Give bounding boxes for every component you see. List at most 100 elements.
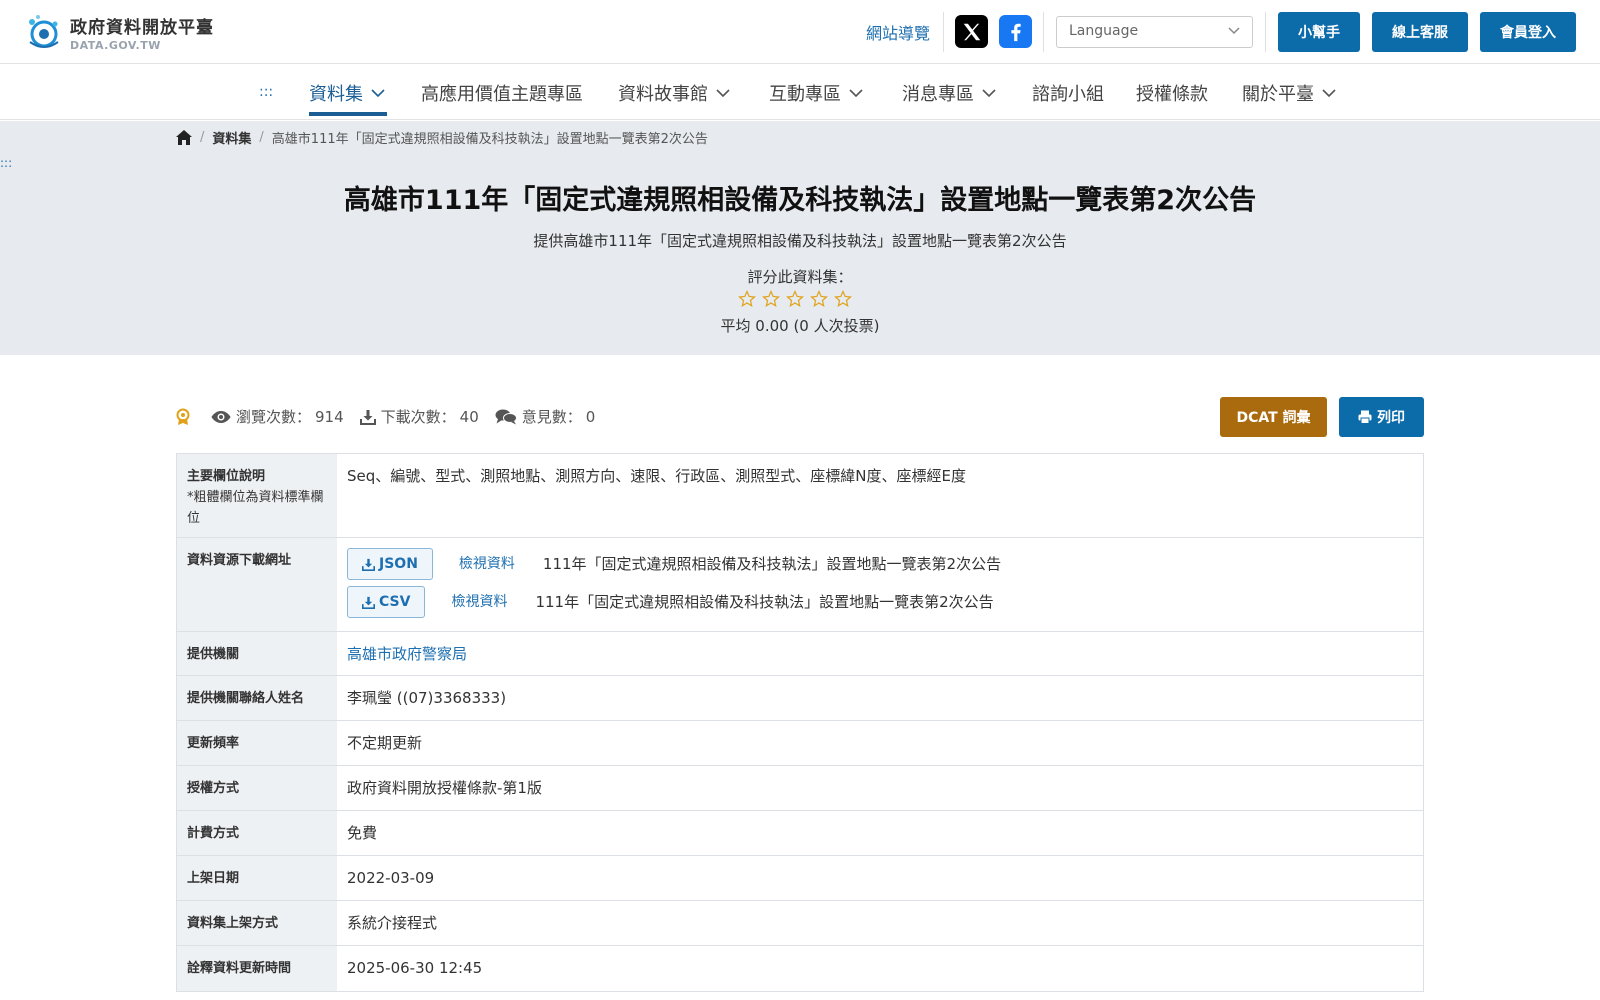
chevron-down-icon <box>982 89 996 97</box>
print-label: 列印 <box>1377 410 1405 426</box>
nav-item-label: 高應用價值主題專區 <box>421 84 583 105</box>
resources-header: 資料資源下載網址 <box>177 538 337 631</box>
nav-item-label: 關於平臺 <box>1242 84 1314 105</box>
divider <box>1265 12 1266 52</box>
breadcrumb-datasets[interactable]: 資料集 <box>212 128 251 147</box>
star-icon[interactable] <box>834 290 852 308</box>
format-label: JSON <box>379 556 418 572</box>
chevron-down-icon <box>371 89 385 97</box>
page-subtitle: 提供高雄市111年「固定式違規照相設備及科技執法」設置地點一覽表第2次公告 <box>533 232 1067 250</box>
fields-value: Seq、編號、型式、測照地點、測照方向、速限、行政區、測照型式、座標緯N度、座標… <box>347 467 966 485</box>
content-accesskey[interactable]: ::: <box>0 156 12 170</box>
table-row-value: 2022-03-09 <box>347 869 435 887</box>
format-label: CSV <box>379 594 411 610</box>
nav-item-label: 授權條款 <box>1136 84 1208 105</box>
site-logo[interactable]: 政府資料開放平臺 DATA.GOV.TW <box>24 12 214 52</box>
view-data-link[interactable]: 檢視資料 <box>459 554 515 574</box>
resource-name: 111年「固定式違規照相設備及科技執法」設置地點一覽表第2次公告 <box>542 555 1002 573</box>
star-icon[interactable] <box>762 290 780 308</box>
table-row-header: 上架日期 <box>177 856 337 900</box>
home-icon[interactable] <box>176 130 192 145</box>
downloads-label: 下載次數： <box>380 408 456 426</box>
nav-item-news[interactable]: 消息專區 <box>902 80 996 106</box>
top-header: 政府資料開放平臺 DATA.GOV.TW 網站導覽 Language 小幫手 線… <box>0 0 1600 64</box>
logo-subtitle: DATA.GOV.TW <box>70 38 161 52</box>
nav-item-license[interactable]: 授權條款 <box>1136 80 1208 106</box>
breadcrumb: / 資料集 / 高雄市111年「固定式違規照相設備及科技執法」設置地點一覽表第2… <box>176 128 708 147</box>
table-row-value: 系統介接程式 <box>347 914 438 932</box>
main-nav: ::: 資料集 高應用價值主題專區 資料故事館 互動專區 消息專區 諮詢小組 授… <box>0 64 1600 120</box>
table-row-value: 李珮瑩 ((07)3368333) <box>347 689 507 707</box>
comments-icon <box>495 409 517 424</box>
nav-item-about[interactable]: 關於平臺 <box>1242 80 1336 106</box>
nav-item-datasets[interactable]: 資料集 <box>309 80 385 106</box>
nav-item-label: 消息專區 <box>902 84 974 105</box>
x-twitter-icon[interactable] <box>955 15 988 48</box>
views-count: 914 <box>315 407 344 426</box>
nav-item-data-stories[interactable]: 資料故事館 <box>618 80 730 106</box>
downloads-count: 40 <box>459 407 479 426</box>
resource-item: CSV 檢視資料 111年「固定式違規照相設備及科技執法」設置地點一覽表第2次公… <box>347 586 1413 618</box>
download-json-button[interactable]: JSON <box>347 548 433 580</box>
nav-item-label: 互動專區 <box>769 84 841 105</box>
table-row: 上架日期 2022-03-09 <box>177 856 1423 901</box>
table-row: 詮釋資料更新時間 2025-06-30 12:45 <box>177 946 1423 991</box>
print-button[interactable]: 列印 <box>1339 397 1424 437</box>
table-row-value: 2025-06-30 12:45 <box>347 959 483 977</box>
breadcrumb-separator: / <box>259 130 264 145</box>
star-icon[interactable] <box>738 290 756 308</box>
nav-item-advisory[interactable]: 諮詢小組 <box>1032 80 1104 106</box>
table-row-header: 更新頻率 <box>177 721 337 765</box>
star-icon[interactable] <box>810 290 828 308</box>
helper-button[interactable]: 小幫手 <box>1278 12 1360 52</box>
comments-label: 意見數： <box>521 408 582 426</box>
download-csv-button[interactable]: CSV <box>347 586 426 618</box>
nav-item-label: 資料集 <box>309 84 363 105</box>
resource-name: 111年「固定式違規照相設備及科技執法」設置地點一覽表第2次公告 <box>535 593 994 611</box>
downloads-stat: 下載次數： 40 <box>359 406 479 427</box>
table-row: 授權方式 政府資料開放授權條款-第1版 <box>177 766 1423 811</box>
chevron-down-icon <box>1322 89 1336 97</box>
member-login-button[interactable]: 會員登入 <box>1480 12 1576 52</box>
printer-icon <box>1358 410 1372 424</box>
provider-link[interactable]: 高雄市政府警察局 <box>337 632 1423 675</box>
table-row: 計費方式 免費 <box>177 811 1423 856</box>
table-row: 主要欄位說明 *粗體欄位為資料標準欄位 Seq、編號、型式、測照地點、測照方向、… <box>177 454 1423 538</box>
comments-count: 0 <box>585 407 596 426</box>
chevron-down-icon <box>1228 27 1240 35</box>
table-row-header: 授權方式 <box>177 766 337 810</box>
dcat-vocabulary-button[interactable]: DCAT 詞彙 <box>1220 397 1327 437</box>
chevron-down-icon <box>849 89 863 97</box>
breadcrumb-separator: / <box>200 130 205 145</box>
language-select[interactable]: Language <box>1056 16 1253 48</box>
rating-average: 平均 0.00 (0 人次投票) <box>720 317 880 335</box>
star-icon[interactable] <box>786 290 804 308</box>
dataset-detail-table: 主要欄位說明 *粗體欄位為資料標準欄位 Seq、編號、型式、測照地點、測照方向、… <box>176 453 1424 992</box>
nav-item-interactive[interactable]: 互動專區 <box>769 80 863 106</box>
fields-note: *粗體欄位為資料標準欄位 <box>187 490 324 526</box>
table-row-header: 提供機關聯絡人姓名 <box>177 676 337 720</box>
breadcrumb-current: 高雄市111年「固定式違規照相設備及科技執法」設置地點一覽表第2次公告 <box>271 132 708 147</box>
table-row-value: 政府資料開放授權條款-第1版 <box>347 779 542 797</box>
facebook-icon[interactable] <box>999 15 1032 48</box>
download-icon <box>359 409 376 425</box>
language-select-value: Language <box>1069 23 1139 39</box>
views-stat: 瀏覽次數： 914 <box>211 406 344 427</box>
download-icon <box>362 558 375 571</box>
nav-accesskey[interactable]: ::: <box>259 84 273 100</box>
table-row: 提供機關 高雄市政府警察局 <box>177 632 1423 676</box>
eye-icon <box>211 410 231 423</box>
fields-header: 主要欄位說明 <box>187 469 266 484</box>
rating-stars[interactable] <box>738 290 852 308</box>
nav-item-high-value-topics[interactable]: 高應用價值主題專區 <box>421 80 583 106</box>
table-row-header: 提供機關 <box>177 632 337 675</box>
view-data-link[interactable]: 檢視資料 <box>451 592 507 612</box>
table-row-header: 資料集上架方式 <box>177 901 337 945</box>
sitemap-link[interactable]: 網站導覽 <box>866 20 930 44</box>
divider <box>943 12 944 52</box>
online-service-button[interactable]: 線上客服 <box>1372 12 1468 52</box>
views-label: 瀏覽次數： <box>236 408 312 426</box>
table-row: 更新頻率 不定期更新 <box>177 721 1423 766</box>
table-row: 資料資源下載網址 JSON 檢視資料 111年「固定式違規照相設備及科技執法」設… <box>177 538 1423 632</box>
award-icon <box>176 408 190 425</box>
